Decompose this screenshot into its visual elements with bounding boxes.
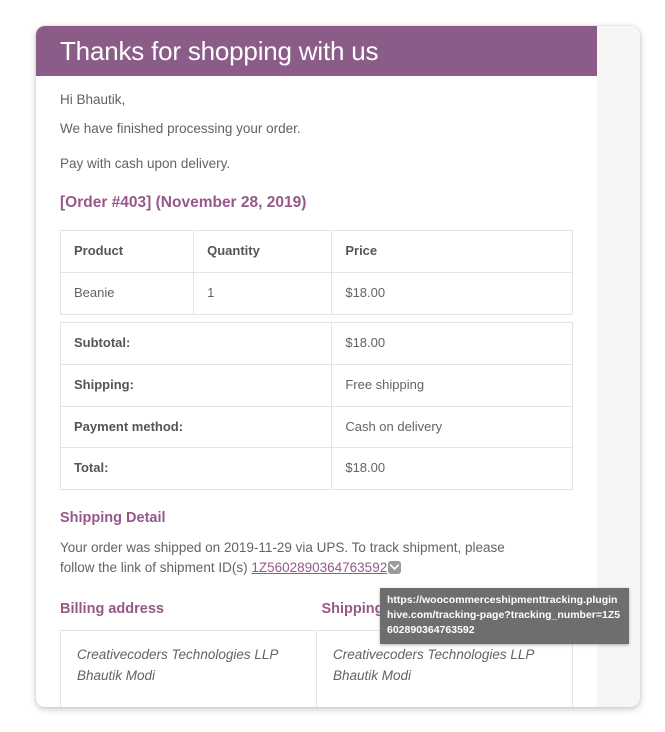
totals-row-payment-method: Payment method: Cash on delivery: [59, 405, 573, 449]
chevron-down-icon[interactable]: [388, 561, 402, 575]
table-row: Beanie 1 $18.00: [59, 272, 573, 315]
totals-row-total: Total: $18.00: [59, 447, 573, 491]
payment-note: Pay with cash upon delivery.: [60, 156, 231, 172]
order-table-body: Beanie 1 $18.00: [59, 272, 573, 323]
billing-address-line-1: Creativecoders Technologies LLP: [77, 646, 279, 662]
totals-label-shipping: Shipping:: [59, 363, 333, 407]
table-header-row: Product Quantity Price: [59, 230, 573, 273]
order-heading: [Order #403] (November 28, 2019): [60, 193, 307, 211]
order-table: Product Quantity Price Beanie 1 $18.00 S…: [59, 230, 573, 491]
billing-address-heading: Billing address: [60, 600, 164, 617]
totals-row-subtotal: Subtotal: $18.00: [59, 321, 573, 365]
table-spacer-row: [60, 314, 573, 323]
cell-product-name: Beanie: [59, 272, 195, 315]
totals-value-subtotal: $18.00: [331, 321, 573, 365]
totals-value-total: $18.00: [331, 447, 573, 491]
totals-label-total: Total:: [59, 447, 333, 491]
billing-address-line-2: Bhautik Modi: [77, 667, 156, 683]
table-spacer-cell: [60, 314, 573, 323]
greeting-text: Hi Bhautik,: [60, 92, 126, 107]
processing-note: We have finished processing your order.: [60, 120, 301, 136]
column-header-product: Product: [59, 230, 195, 273]
totals-value-payment-method: Cash on delivery: [331, 405, 573, 449]
cell-quantity: 1: [193, 272, 333, 315]
shipping-address-line-1: Creativecoders Technologies LLP: [333, 646, 535, 662]
shipping-detail-text: Your order was shipped on 2019-11-29 via…: [60, 538, 530, 579]
email-header: Thanks for shopping with us: [36, 26, 597, 76]
totals-row-shipping: Shipping: Free shipping: [59, 363, 573, 407]
shipping-detail-heading: Shipping Detail: [60, 510, 166, 527]
cell-price: $18.00: [331, 272, 573, 315]
email-preview-page: Thanks for shopping with us Hi Bhautik, …: [0, 0, 665, 732]
order-table-head: Product Quantity Price: [59, 230, 573, 273]
tracking-number-link[interactable]: 1Z5602890364763592: [251, 560, 387, 575]
totals-value-shipping: Free shipping: [331, 363, 573, 407]
billing-address-cell: Creativecoders Technologies LLP Bhautik …: [60, 629, 317, 707]
link-url-tooltip: https://woocommerceshipmenttracking.plug…: [380, 588, 629, 644]
shipping-address-line-2: Bhautik Modi: [333, 667, 412, 683]
totals-label-subtotal: Subtotal:: [59, 321, 333, 365]
totals-label-payment-method: Payment method:: [59, 405, 333, 449]
page-title: Thanks for shopping with us: [60, 36, 379, 66]
column-header-price: Price: [331, 230, 573, 273]
column-header-quantity: Quantity: [193, 230, 333, 273]
order-table-foot: Subtotal: $18.00 Shipping: Free shipping…: [59, 321, 573, 491]
